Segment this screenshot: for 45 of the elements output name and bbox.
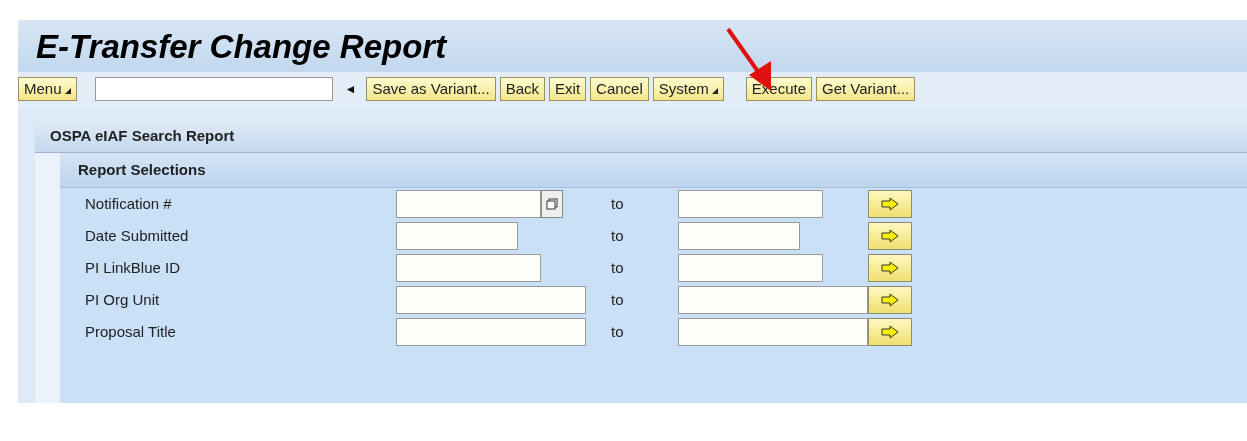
input-field[interactable] — [396, 286, 586, 314]
multiple-selection-button[interactable] — [868, 318, 912, 346]
field-label: Notification # — [84, 193, 173, 214]
menu-button[interactable]: System — [652, 77, 724, 101]
multiple-selection-button[interactable] — [868, 254, 912, 282]
multiple-selection-button[interactable] — [868, 286, 912, 314]
field-label: PI LinkBlue ID — [84, 257, 182, 278]
window-title: E-Transfer Change Report — [36, 29, 447, 63]
toolbar-button[interactable]: Exit — [549, 77, 587, 101]
input-field[interactable] — [396, 190, 541, 218]
toolbar-button[interactable]: Get Variant... — [816, 77, 916, 101]
input-field[interactable] — [678, 254, 823, 282]
back-arrow-icon[interactable]: ◄ — [344, 80, 357, 98]
field-label: Date Submitted — [84, 225, 190, 246]
toolbar-button[interactable]: Cancel — [590, 77, 649, 101]
toolbar-button[interactable]: Back — [499, 77, 546, 101]
copy-icon — [546, 198, 558, 210]
arrow-right-icon — [881, 293, 899, 307]
input-field[interactable] — [678, 286, 868, 314]
range-label: to — [611, 225, 625, 246]
field-label: Proposal Title — [84, 321, 177, 342]
input-field[interactable] — [678, 190, 823, 218]
input-field[interactable] — [678, 318, 868, 346]
value-help-button[interactable] — [541, 190, 563, 218]
range-label: to — [611, 289, 625, 310]
range-label: to — [611, 193, 625, 214]
input-field[interactable] — [678, 222, 800, 250]
input-field[interactable] — [396, 222, 518, 250]
range-label: to — [611, 257, 625, 278]
input-field[interactable] — [396, 254, 541, 282]
toolbar-button[interactable]: Save as Variant... — [366, 77, 496, 101]
arrow-right-icon — [881, 197, 899, 211]
arrow-right-icon — [881, 229, 899, 243]
multiple-selection-button[interactable] — [868, 222, 912, 250]
input-field[interactable] — [396, 318, 586, 346]
toolbar-button[interactable]: Execute — [745, 77, 812, 101]
arrow-right-icon — [881, 325, 899, 339]
field-label: PI Org Unit — [84, 289, 161, 310]
arrow-right-icon — [881, 261, 899, 275]
section-title: Report Selections — [60, 152, 1247, 188]
range-label: to — [611, 321, 625, 342]
panel-title: OSPA eIAF Search Report — [35, 121, 1247, 153]
multiple-selection-button[interactable] — [868, 190, 912, 218]
menu-button[interactable]: Menu — [18, 77, 77, 101]
command-field[interactable] — [94, 77, 333, 101]
